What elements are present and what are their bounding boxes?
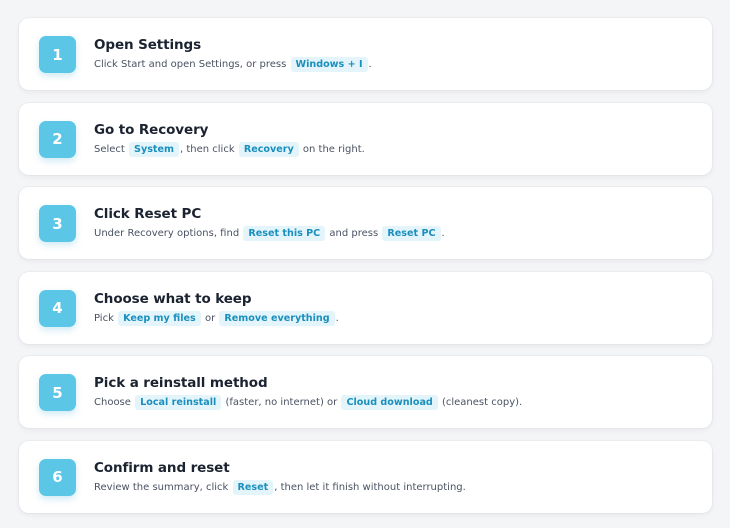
step-description-text: , then let it finish without interruptin… (274, 481, 466, 493)
step-card: 3 Click Reset PC Under Recovery options, f… (19, 187, 712, 260)
step-card: 2 Go to Recovery Select System, then click… (19, 102, 712, 175)
step-keyword-chip: Recovery (238, 141, 299, 157)
step-description-text: Choose (94, 397, 135, 409)
step-title: Pick a reinstall method (94, 375, 268, 392)
step-number-badge: 2 (39, 120, 76, 158)
step-title: Open Settings (94, 37, 202, 53)
step-title: Confirm and reset (94, 459, 230, 476)
step-number-badge: 5 (39, 374, 76, 412)
step-description: Pick Keep my files or Remove everything. (94, 310, 339, 327)
step-keyword-chip: Cloud download (341, 395, 438, 411)
step-description-text: , then click (180, 143, 238, 155)
step-description-text: Under Recovery options, find (94, 228, 243, 240)
step-description-text: (faster, no internet) or (222, 397, 341, 409)
step-description: Select System, then click Recovery on th… (94, 141, 365, 158)
step-description-text: . (335, 312, 339, 324)
steps-list: 1 Open Settings Click Start and open Setti… (19, 18, 712, 526)
step-keyword-chip: System (129, 141, 179, 157)
step-description: Choose Local reinstall (faster, no inter… (94, 395, 522, 411)
step-keyword-chip: Remove everything (219, 310, 335, 326)
step-description-text: . (441, 228, 445, 240)
step-description: Review the summary, click Reset, then le… (94, 479, 466, 496)
step-description-text: on the right. (299, 143, 365, 155)
step-description-text: Click Start and open Settings, or press (94, 59, 290, 70)
step-number-badge: 3 (39, 205, 76, 243)
step-number-badge: 1 (39, 36, 76, 73)
step-keyword-chip: Reset (232, 479, 274, 495)
step-card: 1 Open Settings Click Start and open Setti… (19, 18, 712, 90)
step-keyword-chip: Reset PC (382, 226, 441, 242)
step-description-text: and press (326, 228, 382, 240)
step-description: Under Recovery options, find Reset this … (94, 226, 445, 242)
step-title: Click Reset PC (94, 206, 202, 223)
step-description-text: Pick (94, 312, 118, 324)
step-card: 6 Confirm and reset Review the summary, cl… (19, 440, 712, 513)
step-keyword-chip: Reset this PC (243, 226, 326, 242)
step-card: 5 Pick a reinstall method Choose Local rei… (19, 356, 712, 429)
step-description: Click Start and open Settings, or press … (94, 57, 372, 73)
step-keyword-chip: Local reinstall (135, 395, 222, 411)
step-description-text: or (201, 312, 219, 324)
step-title: Choose what to keep (94, 290, 252, 307)
step-description-text: . (368, 59, 372, 70)
step-title: Go to Recovery (94, 121, 209, 138)
step-card: 4 Choose what to keep Pick Keep my files o… (19, 271, 712, 344)
step-description-text: Review the summary, click (94, 481, 232, 493)
step-keyword-chip: Keep my files (118, 310, 201, 326)
step-description-text: Select (94, 143, 129, 155)
step-description-text: (cleanest copy). (438, 397, 523, 409)
step-number-badge: 4 (39, 289, 76, 327)
step-number-badge: 6 (39, 458, 76, 496)
step-keyword-chip: Windows + I (290, 57, 368, 72)
